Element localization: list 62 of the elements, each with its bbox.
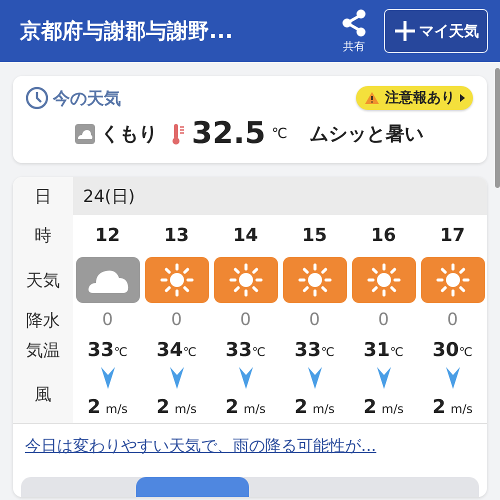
temperature-unit: ℃ <box>272 126 288 142</box>
wind-speed: 2 m/s <box>294 396 335 418</box>
wind-arrow-icon <box>100 367 114 389</box>
temperature-value: 32.5 <box>192 116 266 151</box>
wind-speed: 2 m/s <box>363 396 404 418</box>
wind-speed: 2 m/s <box>225 396 266 418</box>
scrollbar[interactable] <box>495 68 500 188</box>
hour-label: 12 <box>94 224 120 246</box>
wind-arrow-icon <box>308 367 322 389</box>
current-weather-heading: 今の天気 <box>53 88 121 110</box>
advisory-badge[interactable]: 注意報あり <box>356 86 473 110</box>
row-label: 天気 <box>13 255 73 305</box>
clock-icon <box>25 86 49 110</box>
row-label: 風 <box>13 365 73 423</box>
precipitation-value: 0 <box>378 310 389 330</box>
precipitation-value: 0 <box>447 310 458 330</box>
precipitation-value: 0 <box>171 310 182 330</box>
forecast-summary-link[interactable]: 今日は変わりやすい天気で、雨の降る可能性が... <box>25 436 376 455</box>
cloud-icon <box>74 124 95 144</box>
sun-icon <box>436 263 470 297</box>
hour-label: 13 <box>164 224 190 246</box>
location-title: 京都府与謝郡与謝野... <box>20 18 234 45</box>
share-icon <box>340 8 368 36</box>
wind-arrow-icon <box>238 367 252 389</box>
thermometer-icon <box>172 122 186 144</box>
wind-arrow-icon <box>376 367 390 389</box>
sun-icon <box>366 263 400 297</box>
hour-label: 16 <box>370 224 396 246</box>
hour-label: 14 <box>232 224 258 246</box>
temperature-value: 30℃ <box>432 339 472 361</box>
precipitation-value: 0 <box>240 310 251 330</box>
temperature-value: 33℃ <box>226 339 266 361</box>
caret-icon <box>460 94 465 102</box>
wind-speed: 2 m/s <box>432 396 473 418</box>
precipitation-value: 0 <box>309 310 320 330</box>
precipitation-value: 0 <box>102 310 113 330</box>
warning-icon <box>364 91 380 105</box>
temperature-value: 34℃ <box>156 339 196 361</box>
row-label: 気温 <box>13 335 73 365</box>
sun-icon <box>228 263 262 297</box>
wind-arrow-icon <box>170 367 184 389</box>
row-label: 降水 <box>13 305 73 335</box>
row-label: 時 <box>13 215 73 255</box>
temperature-value: 31℃ <box>364 339 404 361</box>
segment-thumb[interactable] <box>136 477 249 497</box>
hour-label: 17 <box>440 224 466 246</box>
share-button[interactable]: 共有 <box>340 8 368 54</box>
feel-text: ムシッと暑い <box>309 122 424 146</box>
plus-icon <box>393 19 417 43</box>
add-my-weather-button[interactable]: マイ天気 <box>384 9 488 53</box>
temperature-value: 33℃ <box>88 339 128 361</box>
wind-arrow-icon <box>446 367 460 389</box>
row-label: 日 <box>13 177 73 215</box>
segment-track[interactable] <box>21 477 479 497</box>
wind-speed: 2 m/s <box>87 396 128 418</box>
condition-text: くもり <box>100 122 158 146</box>
wind-speed: 2 m/s <box>156 396 197 418</box>
sun-icon <box>160 263 194 297</box>
date-header: 24(日) <box>73 177 487 215</box>
hour-label: 15 <box>302 224 328 246</box>
temperature-value: 33℃ <box>294 339 334 361</box>
sun-icon <box>298 263 332 297</box>
